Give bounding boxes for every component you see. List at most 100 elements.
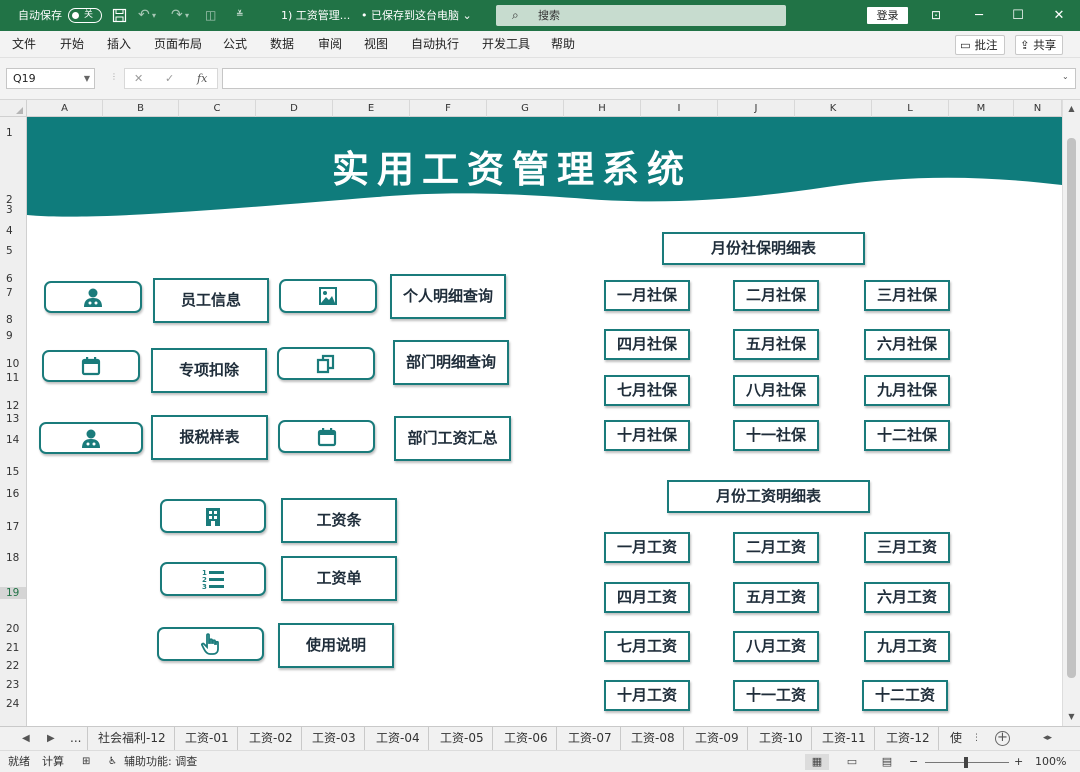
normal-view-icon[interactable]: ▦ (805, 754, 829, 770)
comment-button[interactable]: ▭ 批注 (955, 35, 1005, 55)
social-security-month-button[interactable]: 十一社保 (733, 420, 819, 451)
row-header[interactable]: 21 (0, 642, 26, 654)
status-accessibility[interactable]: 辅助功能: 调查 (124, 751, 197, 772)
row-header[interactable]: 14 (0, 434, 26, 446)
row-header[interactable]: 23 (0, 679, 26, 691)
close-icon[interactable]: ✕ (1044, 0, 1074, 31)
social-security-month-button[interactable]: 五月社保 (733, 329, 819, 360)
salary-month-button[interactable]: 九月工资 (864, 631, 950, 662)
tax-template-icon-button[interactable] (39, 422, 143, 454)
sheet-tab[interactable]: 使 (942, 727, 970, 750)
status-calc[interactable]: 计算 (42, 751, 64, 772)
login-button[interactable]: 登录 (867, 7, 908, 24)
row-header[interactable]: 24 (0, 698, 26, 710)
row-header[interactable]: 4 (0, 225, 26, 237)
social-security-month-button[interactable]: 六月社保 (864, 329, 950, 360)
payslip-button[interactable]: 工资条 (281, 498, 397, 543)
customize-toolbar-icon[interactable]: ≚ (236, 0, 244, 31)
save-status[interactable]: • 已保存到这台电脑 ⌄ (361, 0, 472, 31)
row-header[interactable]: 6 (0, 273, 26, 285)
tab-next-icon[interactable]: ▶ (47, 727, 55, 750)
sheet-tab[interactable]: 工资-10 (751, 727, 812, 750)
tab-prev-icon[interactable]: ◀ (22, 727, 30, 750)
sheet-tab[interactable]: 工资-08 (623, 727, 684, 750)
minimize-icon[interactable]: ─ (964, 0, 994, 31)
sheet-tab[interactable]: 工资-11 (814, 727, 875, 750)
scroll-thumb[interactable] (1067, 138, 1076, 678)
dept-detail-query-button[interactable]: 部门明细查询 (393, 340, 509, 385)
expand-formula-icon[interactable]: ⌄ (1062, 72, 1069, 81)
column-header[interactable]: J (718, 100, 795, 117)
social-security-month-button[interactable]: 二月社保 (733, 280, 819, 311)
social-security-month-button[interactable]: 四月社保 (604, 329, 690, 360)
sheet-tab[interactable]: 工资-01 (177, 727, 238, 750)
row-header[interactable]: 8 (0, 314, 26, 326)
menu-page-layout[interactable]: 页面布局 (154, 31, 202, 57)
salary-month-button[interactable]: 十一工资 (733, 680, 819, 711)
dept-detail-icon-button[interactable] (277, 347, 375, 380)
column-header[interactable]: L (872, 100, 949, 117)
salary-sheet-button[interactable]: 工资单 (281, 556, 397, 601)
column-header[interactable]: E (333, 100, 410, 117)
salary-sheet-icon-button[interactable]: 1 2 3 (160, 562, 266, 596)
more-tabs-icon[interactable]: ⋮ (972, 733, 981, 743)
undo-dropdown-icon[interactable]: ▾ (152, 0, 156, 31)
column-header[interactable]: I (641, 100, 718, 117)
menu-home[interactable]: 开始 (60, 31, 84, 57)
row-header[interactable]: 5 (0, 245, 26, 257)
employee-info-icon-button[interactable] (44, 281, 142, 313)
salary-month-button[interactable]: 五月工资 (733, 582, 819, 613)
menu-view[interactable]: 视图 (364, 31, 388, 57)
accessibility-icon[interactable]: ♿ (108, 751, 117, 772)
zoom-in-icon[interactable]: + (1014, 751, 1023, 772)
redo-dropdown-icon[interactable]: ▾ (185, 0, 189, 31)
social-security-month-button[interactable]: 八月社保 (733, 375, 819, 406)
menu-developer[interactable]: 开发工具 (482, 31, 530, 57)
zoom-out-icon[interactable]: − (909, 751, 918, 772)
formula-input[interactable] (222, 68, 1076, 89)
row-header[interactable]: 17 (0, 521, 26, 533)
row-header[interactable]: 3 (0, 204, 26, 216)
menu-help[interactable]: 帮助 (551, 31, 575, 57)
salary-month-button[interactable]: 十二工资 (862, 680, 948, 711)
dept-summary-icon-button[interactable] (278, 420, 375, 453)
column-header[interactable]: F (410, 100, 487, 117)
function-icon[interactable]: fx (197, 70, 207, 88)
tab-more[interactable]: ... (64, 727, 89, 750)
row-header[interactable]: 22 (0, 660, 26, 672)
save-icon[interactable] (112, 8, 127, 23)
menu-data[interactable]: 数据 (270, 31, 294, 57)
salary-month-button[interactable]: 八月工资 (733, 631, 819, 662)
column-header[interactable]: H (564, 100, 641, 117)
sheet-tab[interactable]: 工资-09 (687, 727, 748, 750)
row-header[interactable]: 18 (0, 552, 26, 564)
instructions-button[interactable]: 使用说明 (278, 623, 394, 668)
sheet-tab[interactable]: 工资-06 (496, 727, 557, 750)
row-header[interactable]: 16 (0, 488, 26, 500)
sheet-tab[interactable]: 工资-03 (304, 727, 365, 750)
row-header[interactable]: 7 (0, 287, 26, 299)
social-security-month-button[interactable]: 九月社保 (864, 375, 950, 406)
sheet-tab[interactable]: 工资-12 (878, 727, 939, 750)
row-header[interactable]: 20 (0, 623, 26, 635)
maximize-icon[interactable]: ☐ (1003, 0, 1033, 31)
salary-month-button[interactable]: 七月工资 (604, 631, 690, 662)
row-header[interactable]: 15 (0, 466, 26, 478)
macro-icon[interactable]: ⊞ (82, 751, 90, 772)
salary-month-button[interactable]: 六月工资 (864, 582, 950, 613)
name-box[interactable]: Q19 ▼ (6, 68, 95, 89)
sheet-tab[interactable]: 工资-02 (241, 727, 302, 750)
salary-month-button[interactable]: 十月工资 (604, 680, 690, 711)
special-deduction-icon-button[interactable] (42, 350, 140, 382)
worksheet[interactable]: 实用工资管理系统 1 2 3 员工信息 专项扣除 报税样表 个人明细查询 部门明… (27, 117, 1062, 726)
social-security-month-button[interactable]: 七月社保 (604, 375, 690, 406)
column-header[interactable]: K (795, 100, 872, 117)
menu-automate[interactable]: 自动执行 (411, 31, 459, 57)
menu-formulas[interactable]: 公式 (223, 31, 247, 57)
special-deduction-button[interactable]: 专项扣除 (151, 348, 267, 393)
column-header[interactable]: A (27, 100, 103, 117)
dept-salary-summary-button[interactable]: 部门工资汇总 (394, 416, 511, 461)
column-header[interactable]: B (103, 100, 179, 117)
salary-month-button[interactable]: 三月工资 (864, 532, 950, 563)
row-header[interactable]: 9 (0, 330, 26, 342)
